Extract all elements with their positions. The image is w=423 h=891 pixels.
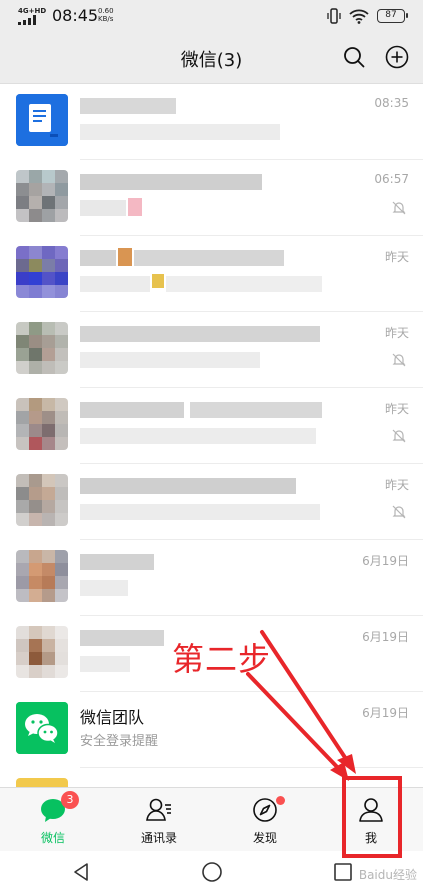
chat-time: 昨天 (384, 402, 409, 416)
speed-value: 0.60 (98, 7, 114, 15)
redacted-preview (80, 352, 260, 368)
battery-indicator: 87 (377, 9, 408, 23)
add-button[interactable] (384, 44, 410, 70)
tab-label: 微信 (40, 831, 65, 845)
chat-item[interactable]: 6月19日 (0, 540, 423, 616)
chat-avatar (16, 246, 68, 298)
document-app-icon (16, 94, 68, 146)
chat-avatar (16, 626, 68, 678)
chat-time: 昨天 (384, 326, 409, 340)
mute-bell-icon (392, 505, 406, 519)
redacted-preview (80, 124, 280, 140)
mute-bell-icon (392, 429, 406, 443)
status-icons: 87 (327, 8, 408, 24)
chat-avatar (16, 322, 68, 374)
redacted-preview (80, 428, 316, 444)
app-header: 微信(3) (0, 32, 423, 84)
step-annotation: 第二步 (172, 640, 272, 678)
redacted-emoji (128, 198, 142, 216)
redacted-name (80, 630, 164, 646)
redacted-preview (80, 504, 320, 520)
chat-time: 6月19日 (362, 554, 409, 568)
chat-avatar (16, 702, 68, 754)
redacted-preview (80, 276, 150, 292)
chat-time: 6月19日 (362, 630, 409, 644)
chat-name: 微信团队 (80, 708, 145, 727)
chat-avatar (16, 398, 68, 450)
signal-icon (18, 15, 36, 25)
tab-label: 发现 (252, 831, 277, 845)
redacted-name (80, 326, 320, 342)
mute-bell-icon (392, 353, 406, 367)
network-indicator: 4G+HD (18, 7, 46, 25)
redacted-preview (166, 276, 322, 292)
search-icon (344, 47, 365, 68)
home-icon[interactable] (201, 861, 223, 883)
compass-icon (253, 798, 277, 822)
chat-item[interactable]: 昨天 (0, 388, 423, 464)
wechat-logo-icon (16, 702, 68, 754)
chat-time: 昨天 (384, 478, 409, 492)
chat-item[interactable]: 昨天 (0, 236, 423, 312)
redacted-name (80, 402, 184, 418)
chat-time: 08:35 (374, 96, 409, 110)
add-icon (385, 45, 409, 69)
highlight-box (342, 776, 402, 858)
wifi-icon (349, 9, 369, 24)
chat-avatar (16, 170, 68, 222)
redacted-emoji (152, 274, 164, 288)
redacted-emoji (118, 248, 132, 266)
contacts-icon (146, 798, 171, 821)
redacted-name (190, 402, 322, 418)
chat-avatar (16, 778, 68, 787)
chat-time: 6月19日 (362, 706, 409, 720)
chat-avatar (16, 550, 68, 602)
chat-time: 昨天 (384, 250, 409, 264)
redacted-preview (80, 580, 128, 596)
recents-icon[interactable] (332, 861, 354, 883)
redacted-preview (80, 656, 130, 672)
redacted-name (80, 174, 262, 190)
redacted-name (80, 478, 296, 494)
search-button[interactable] (341, 44, 367, 70)
redacted-name (80, 554, 154, 570)
redacted-name (80, 250, 116, 266)
redacted-name (134, 250, 284, 266)
chat-avatar (16, 474, 68, 526)
chat-avatar (16, 94, 68, 146)
unread-badge: 3 (61, 791, 79, 809)
notification-dot (276, 796, 285, 805)
network-speed: 0.60 KB/s (98, 7, 114, 23)
vibrate-icon (327, 8, 341, 24)
speed-unit: KB/s (98, 15, 114, 23)
chat-item[interactable]: 08:35 (0, 84, 423, 160)
chat-item-wechat-team[interactable]: 微信团队 安全登录提醒 6月19日 (0, 692, 423, 768)
chat-item[interactable]: 06:57 (0, 160, 423, 236)
clock: 08:45 (52, 6, 99, 25)
back-icon[interactable] (70, 861, 92, 883)
mute-bell-icon (392, 201, 406, 215)
chat-time: 06:57 (374, 172, 409, 186)
chat-item[interactable]: 昨天 (0, 464, 423, 540)
watermark: Baidu经验 (358, 868, 417, 882)
tab-discover[interactable]: 发现 (212, 788, 318, 852)
redacted-preview (80, 200, 126, 216)
tab-contacts[interactable]: 通讯录 (106, 788, 212, 852)
redacted-name (80, 98, 176, 114)
chat-item[interactable]: 昨天 (0, 312, 423, 388)
chat-preview: 安全登录提醒 (80, 734, 159, 749)
network-type: 4G+HD (18, 7, 47, 15)
tab-label: 通讯录 (140, 831, 177, 845)
tab-chats[interactable]: 3 微信 (0, 788, 106, 852)
chat-list: 08:35 06:57 昨天 昨天 昨天 昨天 6月19日 6月19日 微信团队… (0, 84, 423, 787)
status-bar: 4G+HD 08:45 0.60 KB/s 87 (0, 0, 423, 32)
